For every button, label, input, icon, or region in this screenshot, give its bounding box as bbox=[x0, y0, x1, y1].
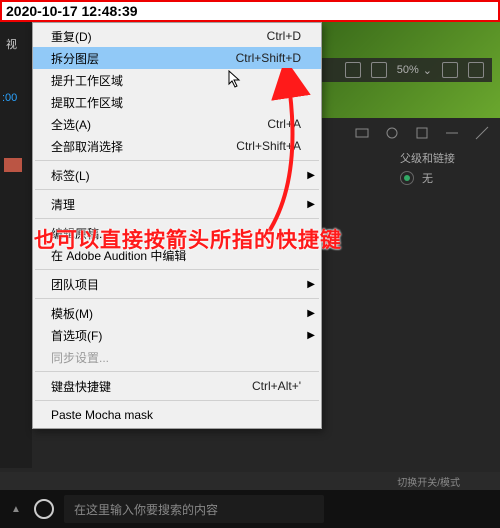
cortana-icon[interactable] bbox=[34, 499, 54, 519]
parent-none-row[interactable]: 无 bbox=[400, 170, 433, 186]
camera-icon[interactable] bbox=[468, 62, 484, 78]
menu-shortcut: Ctrl+D bbox=[267, 29, 301, 43]
menu-label: 团队项目 bbox=[51, 276, 99, 293]
menu-purge[interactable]: 清理 ▶ bbox=[33, 193, 321, 215]
viewer-toolbar: 50% ⌄ bbox=[320, 58, 492, 82]
menu-shortcut: Ctrl+Shift+A bbox=[236, 139, 301, 153]
parent-column-header: 父级和链接 bbox=[400, 150, 455, 166]
left-gutter bbox=[0, 22, 32, 468]
menu-label: Paste Mocha mask bbox=[51, 408, 153, 422]
menu-label: 全部取消选择 bbox=[51, 138, 123, 155]
menu-label: 同步设置... bbox=[51, 349, 109, 366]
zoom-dropdown[interactable]: 50% ⌄ bbox=[397, 64, 432, 77]
menu-label: 重复(D) bbox=[51, 28, 92, 45]
parent-none-label: 无 bbox=[422, 170, 433, 186]
menu-shortcut: Ctrl+A bbox=[267, 117, 301, 131]
menu-label: 模板(M) bbox=[51, 305, 93, 322]
menu-label: 提取工作区域 bbox=[51, 94, 123, 111]
pickwhip-icon[interactable] bbox=[400, 171, 414, 185]
submenu-arrow-icon: ▶ bbox=[307, 308, 315, 319]
menu-label: 首选项(F) bbox=[51, 327, 102, 344]
menu-select-all[interactable]: 全选(A) Ctrl+A bbox=[33, 113, 321, 135]
menu-label: 拆分图层 bbox=[51, 50, 99, 67]
menu-separator bbox=[35, 218, 319, 219]
chevron-down-icon: ⌄ bbox=[423, 64, 432, 77]
menu-separator bbox=[35, 298, 319, 299]
menu-shortcut: Ctrl+Shift+D bbox=[236, 51, 301, 65]
submenu-arrow-icon: ▶ bbox=[307, 199, 315, 210]
menu-duplicate[interactable]: 重复(D) Ctrl+D bbox=[33, 25, 321, 47]
blend-icon[interactable] bbox=[414, 125, 430, 141]
menu-label: 键盘快捷键 bbox=[51, 378, 111, 395]
windows-taskbar: ▲ 在这里输入你要搜索的内容 bbox=[0, 490, 500, 528]
shy-icon[interactable] bbox=[354, 125, 370, 141]
menu-separator bbox=[35, 160, 319, 161]
graph-icon[interactable] bbox=[474, 125, 490, 141]
menu-sync-settings: 同步设置... bbox=[33, 346, 321, 368]
menu-separator bbox=[35, 189, 319, 190]
taskbar-search[interactable]: 在这里输入你要搜索的内容 bbox=[64, 495, 324, 523]
timestamp-bar: 2020-10-17 12:48:39 bbox=[0, 0, 500, 22]
timecode-fragment: :00 bbox=[2, 92, 17, 104]
menu-keyboard-shortcuts[interactable]: 键盘快捷键 Ctrl+Alt+' bbox=[33, 375, 321, 397]
search-placeholder: 在这里输入你要搜索的内容 bbox=[74, 501, 218, 518]
cursor-icon bbox=[228, 70, 244, 93]
menu-extract-work-area[interactable]: 提取工作区域 bbox=[33, 91, 321, 113]
submenu-arrow-icon: ▶ bbox=[307, 170, 315, 181]
menu-paste-mocha[interactable]: Paste Mocha mask bbox=[33, 404, 321, 426]
layer-toolbar bbox=[320, 118, 500, 148]
timestamp-text: 2020-10-17 12:48:39 bbox=[6, 3, 138, 19]
mask-icon[interactable] bbox=[345, 62, 361, 78]
menu-lift-work-area[interactable]: 提升工作区域 bbox=[33, 69, 321, 91]
switch-mode-label[interactable]: 切换开关/模式 bbox=[397, 474, 460, 489]
taskbar-tray-icon[interactable]: ▲ bbox=[8, 501, 24, 517]
submenu-arrow-icon: ▶ bbox=[307, 279, 315, 290]
layer-color-swatch bbox=[4, 158, 22, 172]
menu-deselect-all[interactable]: 全部取消选择 Ctrl+Shift+A bbox=[33, 135, 321, 157]
zoom-value: 50% bbox=[397, 64, 419, 76]
fx-icon[interactable] bbox=[384, 125, 400, 141]
menu-team-project[interactable]: 团队项目 ▶ bbox=[33, 273, 321, 295]
left-chip-label: 视 bbox=[6, 36, 17, 52]
grid-icon[interactable] bbox=[442, 62, 458, 78]
menu-label: 提升工作区域 bbox=[51, 72, 123, 89]
menu-separator bbox=[35, 371, 319, 372]
menu-shortcut: Ctrl+Alt+' bbox=[252, 379, 301, 393]
motion-blur-icon[interactable] bbox=[444, 125, 460, 141]
menu-label: 标签(L) bbox=[51, 167, 90, 184]
menu-template[interactable]: 模板(M) ▶ bbox=[33, 302, 321, 324]
menu-separator bbox=[35, 269, 319, 270]
menu-split-layer[interactable]: 拆分图层 Ctrl+Shift+D bbox=[33, 47, 321, 69]
alpha-icon[interactable] bbox=[371, 62, 387, 78]
menu-label: 全选(A) bbox=[51, 116, 91, 133]
timeline-footer: 切换开关/模式 bbox=[0, 472, 500, 490]
submenu-arrow-icon: ▶ bbox=[307, 330, 315, 341]
menu-label: 清理 bbox=[51, 196, 75, 213]
menu-separator bbox=[35, 400, 319, 401]
menu-label-submenu[interactable]: 标签(L) ▶ bbox=[33, 164, 321, 186]
annotation-text: 也可以直接按箭头所指的快捷键 bbox=[34, 224, 342, 254]
menu-preferences[interactable]: 首选项(F) ▶ bbox=[33, 324, 321, 346]
